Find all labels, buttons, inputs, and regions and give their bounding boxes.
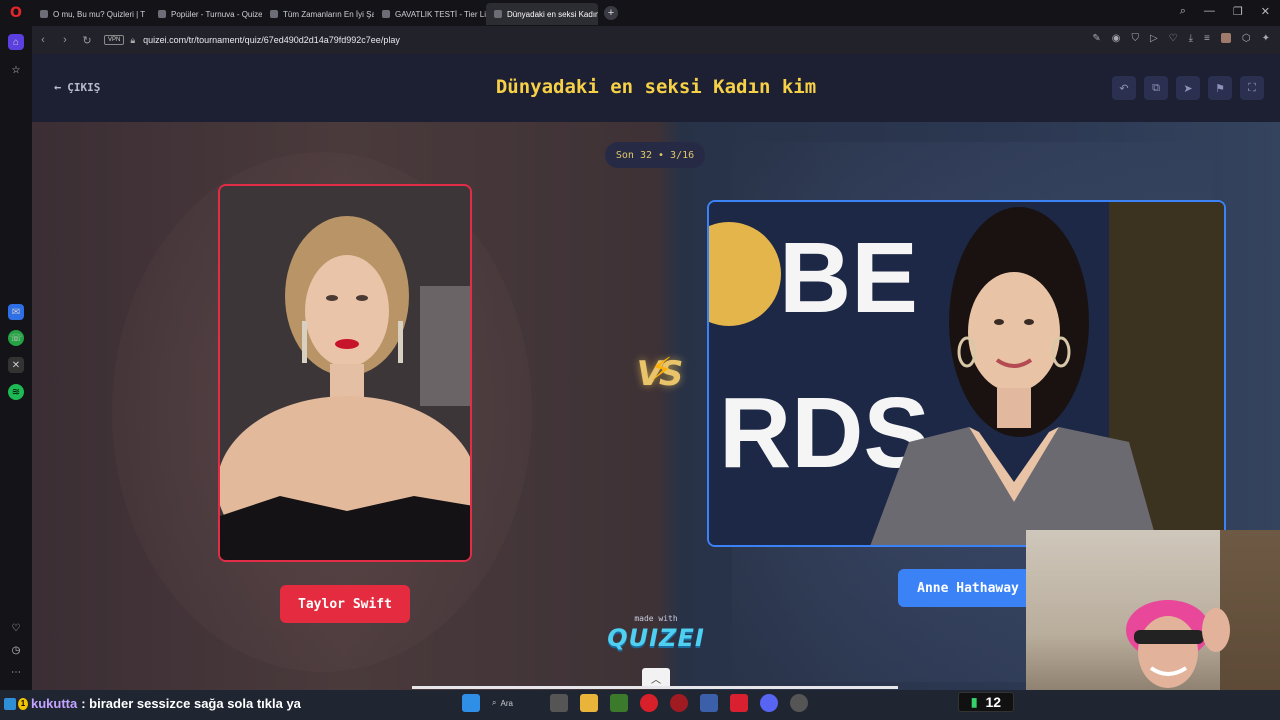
quiz-header: ← ÇIKIŞ Dünyadaki en seksi Kadın kim ↶ ⧉ … [32,54,1280,122]
taskbar-search[interactable]: ⌕ Ara [492,698,538,708]
browser-tabbar: O O mu, Bu mu? Quizleri | T Popüler - Tu… [0,0,1280,26]
tab-favicon-icon [270,10,278,18]
search-icon: ⌕ [492,698,497,707]
tab-5-active[interactable]: Dünyadaki en seksi Kadın [486,3,598,25]
ai-icon[interactable]: ✦ [1262,33,1270,44]
tab-2[interactable]: Popüler - Turnuva - Quizei [150,3,262,25]
quiz-title: Dünyadaki en seksi Kadın kim [495,76,817,98]
address-bar: ‹ › ↻ VPN 🔒︎ quizei.com/tr/tournament/qu… [32,26,1280,54]
spotify-icon[interactable]: ≋ [8,384,24,400]
backdrop-text-line1: BE [779,222,918,334]
history-clock-icon[interactable]: ◷ [8,642,24,658]
round-indicator: Son 32 • 3/16 [605,142,705,168]
windows-start-icon[interactable] [462,694,480,712]
tab-favicon-icon [494,10,502,18]
viewer-counter: ▮ 12 [958,692,1014,712]
security-shield-icon[interactable] [700,694,718,712]
tab-1[interactable]: O mu, Bu mu? Quizleri | T [32,3,150,25]
more-dots-icon[interactable]: ⋯ [8,664,24,680]
contestant-card-left[interactable] [218,184,472,562]
address-bar-actions: ✎ ◉ ⛉ ▷ ♡ ⤓ ≡ ⬡ ✦ [1092,33,1270,44]
opera-logo-icon[interactable]: O [0,0,32,26]
download-icon[interactable]: ⤓ [1189,33,1193,44]
search-tabs-icon[interactable]: ⌕ [1180,5,1186,18]
taskbar-icons: ⌕ Ara [462,694,808,712]
steam-icon[interactable] [790,694,808,712]
nvidia-icon[interactable] [610,694,628,712]
reload-icon[interactable]: ↻ [76,34,98,47]
close-icon[interactable]: ✕ [1261,5,1270,18]
opera-gx-icon[interactable] [670,694,688,712]
tab-favicon-icon [158,10,166,18]
contestant-photo-left [220,186,470,560]
camera-icon[interactable]: ◉ [1112,33,1121,44]
lightning-bolt-icon: ⚡︎ [650,351,673,387]
contestant-card-right[interactable]: BE RDS [707,200,1226,547]
heart-outline-icon[interactable]: ♡ [1169,33,1178,44]
kick-icon: ▮ [970,695,978,709]
url-field[interactable]: quizei.com/tr/tournament/quiz/67ed490d2d… [143,35,400,45]
chat-message: : birader sessizce sağa sola tıkla ya [81,696,301,711]
contestant-name-left-button[interactable]: Taylor Swift [280,585,410,623]
minimize-icon[interactable]: — [1204,5,1215,18]
tab-favicon-icon [382,10,390,18]
opera-taskbar-icon[interactable] [640,694,658,712]
shield-icon[interactable]: ⛉ [1131,33,1139,44]
browser-sidebar: ⌂ ☆ ✉ ☏ ✕ ≋ ♡ ◷ ⋯ [0,26,32,690]
discord-icon[interactable] [760,694,778,712]
whatsapp-icon[interactable]: ☏ [8,330,24,346]
extensions-icon[interactable]: ⬡ [1242,33,1251,44]
office-icon[interactable] [730,694,748,712]
home-icon[interactable]: ⌂ [8,34,24,50]
file-explorer-icon[interactable] [580,694,598,712]
chevron-up-icon[interactable]: ︿ [642,668,670,688]
profile-avatar[interactable] [1220,33,1231,43]
share-send-icon[interactable]: ➤ [1176,76,1200,100]
back-icon[interactable]: ‹ [32,34,54,46]
tab-3[interactable]: Tüm Zamanların En İyi Şar [262,3,374,25]
vpn-badge[interactable]: VPN [104,35,125,45]
task-view-icon[interactable] [550,694,568,712]
messenger-icon[interactable]: ✉ [8,304,24,320]
chat-badge-icon [4,697,16,710]
tab-4[interactable]: GAVATLIK TESTİ - Tier List [374,3,486,25]
contestant-name-right-button[interactable]: Anne Hathaway [898,569,1038,607]
quizei-logo[interactable]: QUIZEI [604,624,708,652]
copy-icon[interactable]: ⧉ [1144,76,1168,100]
chat-username: kukutta [31,696,78,711]
contestant-photo-right: BE RDS [709,202,1224,545]
header-actions: ↶ ⧉ ➤ ⚑ ⛶ [1112,76,1264,100]
play-icon[interactable]: ▷ [1150,33,1158,44]
chat-bits-badge-icon: 1 [18,697,28,710]
bottom-panel-handle[interactable] [412,686,898,689]
fullscreen-icon[interactable]: ⛶ [1240,76,1264,100]
tab-favicon-icon [40,10,48,18]
maximize-icon[interactable]: ❐ [1233,5,1243,18]
new-tab-plus-icon[interactable]: + [604,6,618,20]
undo-icon[interactable]: ↶ [1112,76,1136,100]
screen: O O mu, Bu mu? Quizleri | T Popüler - Tu… [0,0,1280,720]
window-controls: ⌕ — ❐ ✕ [1180,5,1270,18]
flag-icon[interactable]: ⚑ [1208,76,1232,100]
forward-icon[interactable]: › [54,34,76,46]
star-icon[interactable]: ☆ [8,62,24,78]
menu-icon[interactable]: ≡ [1204,33,1210,44]
heart-icon[interactable]: ♡ [8,620,24,636]
lock-icon: 🔒︎ [130,34,136,45]
made-with-label: made with [634,614,678,623]
x-twitter-icon[interactable]: ✕ [8,357,24,373]
chat-overlay: 1 kukutta : birader sessizce sağa sola t… [4,696,301,711]
edit-icon[interactable]: ✎ [1092,33,1100,44]
